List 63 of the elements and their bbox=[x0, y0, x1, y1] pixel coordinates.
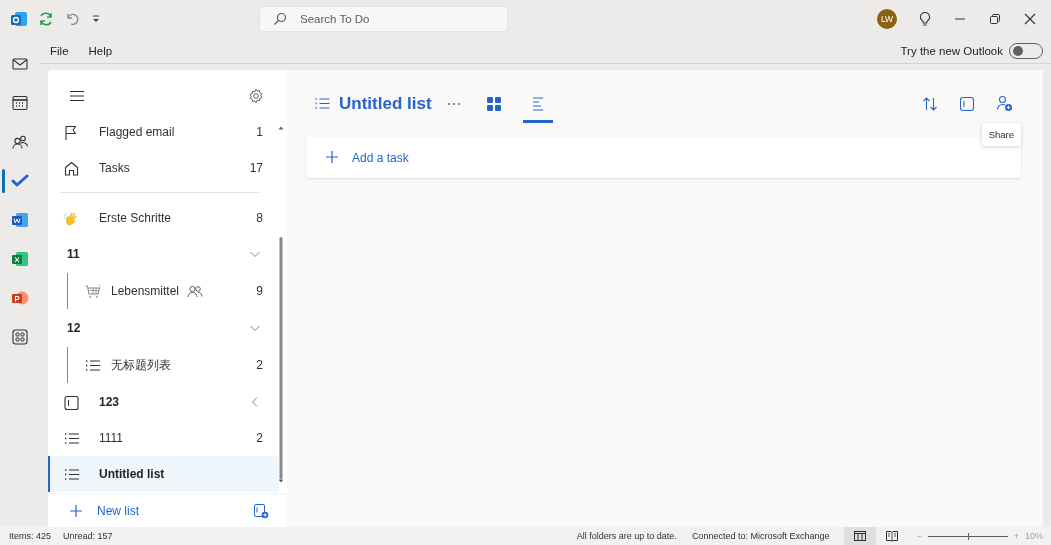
outlook-logo-icon bbox=[10, 10, 28, 28]
excel-icon bbox=[11, 250, 29, 268]
people-icon bbox=[11, 133, 29, 151]
apps-icon bbox=[11, 328, 29, 346]
settings-icon[interactable] bbox=[248, 88, 264, 104]
list-item[interactable]: Untitled list bbox=[48, 456, 279, 492]
menu-item[interactable]: Help bbox=[78, 44, 123, 57]
list-item[interactable]: 无标题列表 2 bbox=[68, 347, 279, 383]
reading-view-icon bbox=[885, 529, 900, 543]
new-group-icon[interactable] bbox=[253, 502, 269, 519]
item-count: 9 bbox=[255, 284, 263, 298]
calendar-icon bbox=[11, 94, 29, 112]
item-count: 1 bbox=[255, 125, 263, 139]
search-field[interactable]: Search To Do bbox=[259, 6, 508, 32]
plus-icon bbox=[325, 150, 339, 164]
sort-icon[interactable] bbox=[922, 95, 938, 112]
caret-icon[interactable] bbox=[90, 13, 102, 25]
group-item[interactable]: 123 bbox=[48, 384, 279, 420]
list-item[interactable]: Erste Schritte 8 bbox=[48, 200, 279, 236]
item-count: 17 bbox=[248, 161, 263, 175]
connection-status: Connected to: Microsoft Exchange bbox=[691, 531, 830, 541]
list-icon bbox=[314, 95, 331, 112]
list-item[interactable]: Tasks 17 bbox=[48, 150, 279, 186]
tooltip: Share bbox=[981, 123, 1021, 146]
group-item[interactable]: 11 bbox=[48, 236, 279, 272]
group-box-icon bbox=[63, 393, 80, 411]
sync-status: All folders are up to date. bbox=[576, 531, 677, 541]
group-item[interactable]: 12 bbox=[48, 310, 279, 346]
zoom-level: 10% bbox=[1025, 531, 1043, 541]
item-count: 2 bbox=[255, 431, 263, 445]
sync-icon[interactable] bbox=[38, 11, 54, 27]
word-icon bbox=[11, 211, 29, 229]
lightbulb-icon[interactable] bbox=[918, 11, 932, 27]
side-panel-icon[interactable] bbox=[959, 95, 975, 112]
list-item[interactable]: Lebensmittel 9 bbox=[68, 273, 279, 309]
powerpoint-icon bbox=[11, 289, 29, 307]
list-item[interactable]: Flagged email 1 bbox=[48, 114, 279, 150]
restore-icon[interactable] bbox=[988, 12, 1002, 26]
plus-icon bbox=[69, 503, 83, 518]
normal-view-icon bbox=[853, 529, 868, 543]
toggle-label: Try the new Outlook bbox=[900, 44, 1003, 57]
search-icon bbox=[273, 12, 287, 26]
item-count: Items: 425 bbox=[9, 531, 52, 541]
more-options-icon[interactable] bbox=[446, 101, 461, 106]
item-count: 2 bbox=[255, 358, 263, 372]
shopping-cart-icon bbox=[84, 282, 101, 300]
list-title: Untitled list bbox=[339, 93, 432, 114]
grid-view-icon bbox=[485, 96, 502, 112]
view-button[interactable] bbox=[844, 527, 877, 545]
undo-icon[interactable] bbox=[64, 11, 80, 27]
mail-icon bbox=[11, 55, 29, 73]
new-list-button[interactable]: New list bbox=[97, 503, 239, 518]
unread-count: Unread: 157 bbox=[63, 531, 113, 541]
list-item[interactable]: 1111 2 bbox=[48, 420, 279, 456]
close-icon[interactable] bbox=[1023, 12, 1037, 26]
menu-item[interactable]: File bbox=[40, 44, 79, 57]
share-icon[interactable] bbox=[996, 95, 1013, 112]
menu-icon[interactable] bbox=[69, 89, 85, 103]
home-icon bbox=[63, 159, 80, 177]
add-task-field[interactable]: Add a task bbox=[306, 137, 1021, 178]
item-count: 8 bbox=[255, 211, 263, 225]
slider-thumb[interactable] bbox=[967, 532, 970, 540]
avatar[interactable]: LW bbox=[877, 9, 897, 29]
